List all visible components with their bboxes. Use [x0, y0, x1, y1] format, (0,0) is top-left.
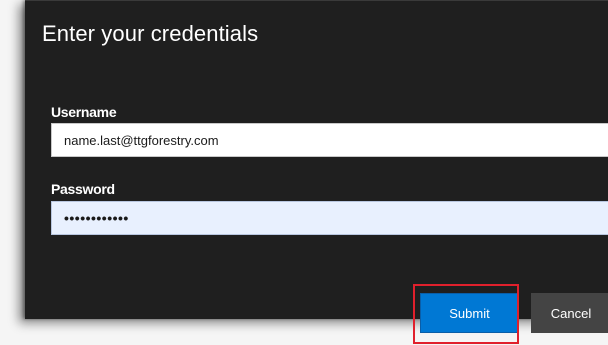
- username-field[interactable]: name.last@ttgforestry.com: [51, 123, 608, 157]
- dialog-title: Enter your credentials: [42, 21, 259, 46]
- username-value: name.last@ttgforestry.com: [64, 132, 219, 148]
- password-label: Password: [51, 181, 115, 197]
- username-label: Username: [51, 104, 117, 120]
- submit-button[interactable]: Submit: [420, 293, 519, 333]
- credentials-dialog: Enter your credentials Username name.las…: [25, 0, 608, 344]
- cancel-button[interactable]: Cancel: [531, 293, 608, 333]
- password-value: ••••••••••••: [64, 210, 129, 226]
- password-field[interactable]: ••••••••••••: [51, 201, 608, 235]
- screen: Enter your credentials Username name.las…: [0, 0, 608, 345]
